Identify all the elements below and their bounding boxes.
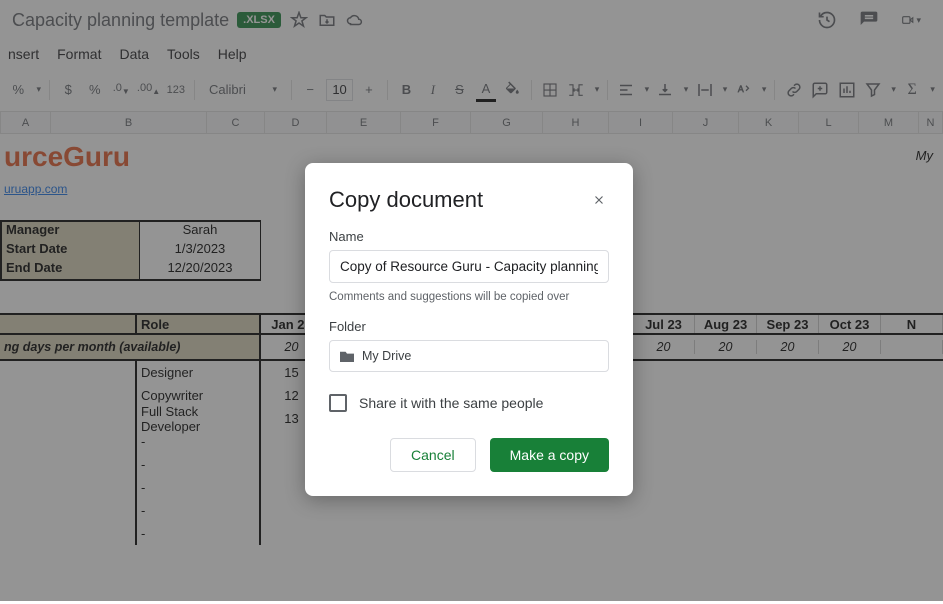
share-label: Share it with the same people (359, 395, 543, 411)
cancel-button[interactable]: Cancel (390, 438, 476, 472)
make-copy-button[interactable]: Make a copy (490, 438, 609, 472)
copy-document-dialog: Copy document Name Comments and suggesti… (305, 163, 633, 496)
folder-select[interactable]: My Drive (329, 340, 609, 372)
share-checkbox[interactable] (329, 394, 347, 412)
folder-icon (340, 350, 354, 362)
folder-label: Folder (329, 319, 609, 334)
name-input[interactable] (329, 250, 609, 283)
folder-value: My Drive (362, 349, 411, 363)
close-icon[interactable] (589, 190, 609, 210)
dialog-title: Copy document (329, 187, 483, 213)
dialog-hint: Comments and suggestions will be copied … (329, 291, 609, 303)
name-label: Name (329, 229, 609, 244)
